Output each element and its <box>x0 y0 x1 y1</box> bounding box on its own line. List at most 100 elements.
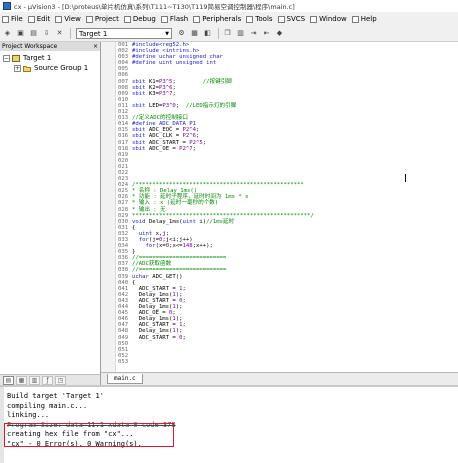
code-token: ); <box>175 291 183 298</box>
menu-item-debug[interactable]: Debug <box>123 15 156 23</box>
menu-item-icon <box>55 15 63 23</box>
bookmark-icon[interactable]: ◆ <box>274 28 285 39</box>
outdent-icon[interactable]: ⇤ <box>261 28 272 39</box>
toolbar: ◈ ▣ ▤ ⇩ ✕ Target 1 ▼ ⚙ ▦ ◧ ❐ ▥ ⇥ ⇤ ◆ <box>0 26 458 42</box>
manage-components-icon[interactable]: ◧ <box>202 28 213 39</box>
menu-item-edit[interactable]: Edit <box>27 15 50 23</box>
code-token: uint <box>182 218 197 225</box>
file-extensions-icon[interactable]: ▦ <box>189 28 200 39</box>
templates-tab-icon[interactable]: ◳ <box>55 375 66 385</box>
paste-icon[interactable]: ▥ <box>235 28 246 39</box>
code-token: sbit <box>132 90 146 97</box>
code-token: sbit <box>132 102 146 109</box>
menu-bar: File Edit View Project Debug Flash Peripherals… <box>0 12 458 26</box>
code-editor[interactable]: 001 002 003 004 005 006 007 008 009 010 011 012 013 0… <box>101 42 458 385</box>
code-token: ); <box>175 316 183 323</box>
code-token: uint <box>138 230 153 237</box>
code-token: ); <box>175 304 183 311</box>
code-token: ; <box>182 297 186 304</box>
menu-item-window[interactable]: Window <box>310 15 347 23</box>
menu-item-project[interactable]: Project <box>85 15 119 23</box>
code-token: ADC_START = <box>132 334 180 341</box>
code-token: ADC_GET() <box>148 273 183 280</box>
functions-tab-icon[interactable]: ƒ <box>42 375 53 385</box>
code-token: Delay_1ms( <box>132 328 173 335</box>
load-icon[interactable]: ⇩ <box>41 28 52 39</box>
title-bar: cx - µVision3 - [D:\proteus\单片机仿真\系列\T11… <box>0 0 458 12</box>
menu-item-label: Peripherals <box>202 15 242 23</box>
code-token: Delay_1ms( <box>132 291 173 298</box>
uvision-app-icon <box>3 2 11 10</box>
editor-gutter[interactable] <box>101 42 116 372</box>
code-token: { <box>132 224 136 231</box>
editor-tab-strip: main.c <box>101 372 458 385</box>
expand-icon[interactable]: + <box>14 64 21 72</box>
code-token: sbit <box>132 145 146 152</box>
code-token: ; <box>202 139 207 146</box>
build-output-line: Build target 'Target 1' <box>7 392 104 400</box>
code-token: P2^5 <box>189 139 203 146</box>
build-icon[interactable]: ▣ <box>15 28 26 39</box>
collapse-icon[interactable]: − <box>3 54 10 62</box>
menu-item-label: SVCS <box>286 15 306 23</box>
indent-icon[interactable]: ⇥ <box>248 28 259 39</box>
code-token: for <box>138 237 149 243</box>
code-token: P3^6 <box>158 84 173 91</box>
books-tab-icon[interactable]: ▥ <box>29 375 40 385</box>
code-token: P2^4 <box>182 127 197 134</box>
code-token: Delay_1ms( <box>132 316 173 323</box>
tree-item-target[interactable]: − Target 1 <box>0 53 100 63</box>
code-token: P3^0 <box>162 102 176 109</box>
tab-main-c[interactable]: main.c <box>107 374 143 384</box>
workspace-header: Project Workspace × <box>0 42 100 51</box>
highlight-annotation-box <box>4 423 174 447</box>
menu-item-icon <box>2 15 9 23</box>
tree-item-source-group[interactable]: + Source Group 1 <box>0 63 100 73</box>
code-token: Delay_1ms( <box>145 218 183 225</box>
build-output-window[interactable]: Build target 'Target 1' compiling main.c.… <box>0 385 458 463</box>
translate-icon[interactable]: ◈ <box>2 28 13 39</box>
menu-item-svcs[interactable]: SVCS <box>277 15 306 23</box>
code-token: sbit <box>132 139 146 146</box>
target-options-icon[interactable]: ⚙ <box>176 28 187 39</box>
menu-item-icon <box>123 15 131 23</box>
copy-icon[interactable]: ❐ <box>222 28 233 39</box>
code-token: ; <box>182 334 186 341</box>
toolbar-separator <box>218 28 219 39</box>
target-select[interactable]: Target 1 ▼ <box>76 28 172 39</box>
close-icon[interactable]: × <box>93 43 98 50</box>
rebuild-icon[interactable]: ▤ <box>28 28 39 39</box>
files-tab-icon[interactable]: ▤ <box>3 375 14 385</box>
menu-item-peripherals[interactable]: Peripherals <box>193 15 241 23</box>
workspace-title: Project Workspace <box>2 43 58 50</box>
code-token: uchar <box>132 273 149 280</box>
code-token: sbit <box>132 133 146 140</box>
regs-tab-icon[interactable]: ▦ <box>16 375 27 385</box>
menu-item-file[interactable]: File <box>2 15 23 23</box>
menu-item-label: Tools <box>255 15 273 23</box>
code-token: //定义ADC的控制接口 <box>132 115 188 122</box>
menu-item-tools[interactable]: Tools <box>246 15 273 23</box>
menu-item-help[interactable]: Help <box>351 15 377 23</box>
menu-item-label: Debug <box>132 15 156 23</box>
code-token: ADC_START = <box>132 285 180 292</box>
code-token: { <box>132 279 136 286</box>
code-token: K3= <box>145 90 159 97</box>
code-token: ****************************************… <box>132 212 314 219</box>
line-numbers: 001 002 003 004 005 006 007 008 009 010 011 012 013 0… <box>116 42 132 372</box>
menu-item-view[interactable]: View <box>55 15 81 23</box>
menu-item-label: Help <box>360 15 377 23</box>
menu-item-flash[interactable]: Flash <box>160 15 188 23</box>
code-token: ; <box>182 285 186 292</box>
tab-main-c-label: main.c <box>114 375 136 382</box>
stop-build-icon[interactable]: ✕ <box>54 28 65 39</box>
code-token: * 输出 : 无 <box>132 206 166 213</box>
code-area[interactable]: #include<reg52.h> #include <intrins.h> #de… <box>132 42 458 372</box>
code-token: P3^7 <box>158 90 173 97</box>
code-token: ADC_START = <box>132 322 180 329</box>
code-token: sbit <box>132 127 146 134</box>
code-token: ;x<= <box>169 243 183 250</box>
code-line[interactable] <box>132 359 458 365</box>
